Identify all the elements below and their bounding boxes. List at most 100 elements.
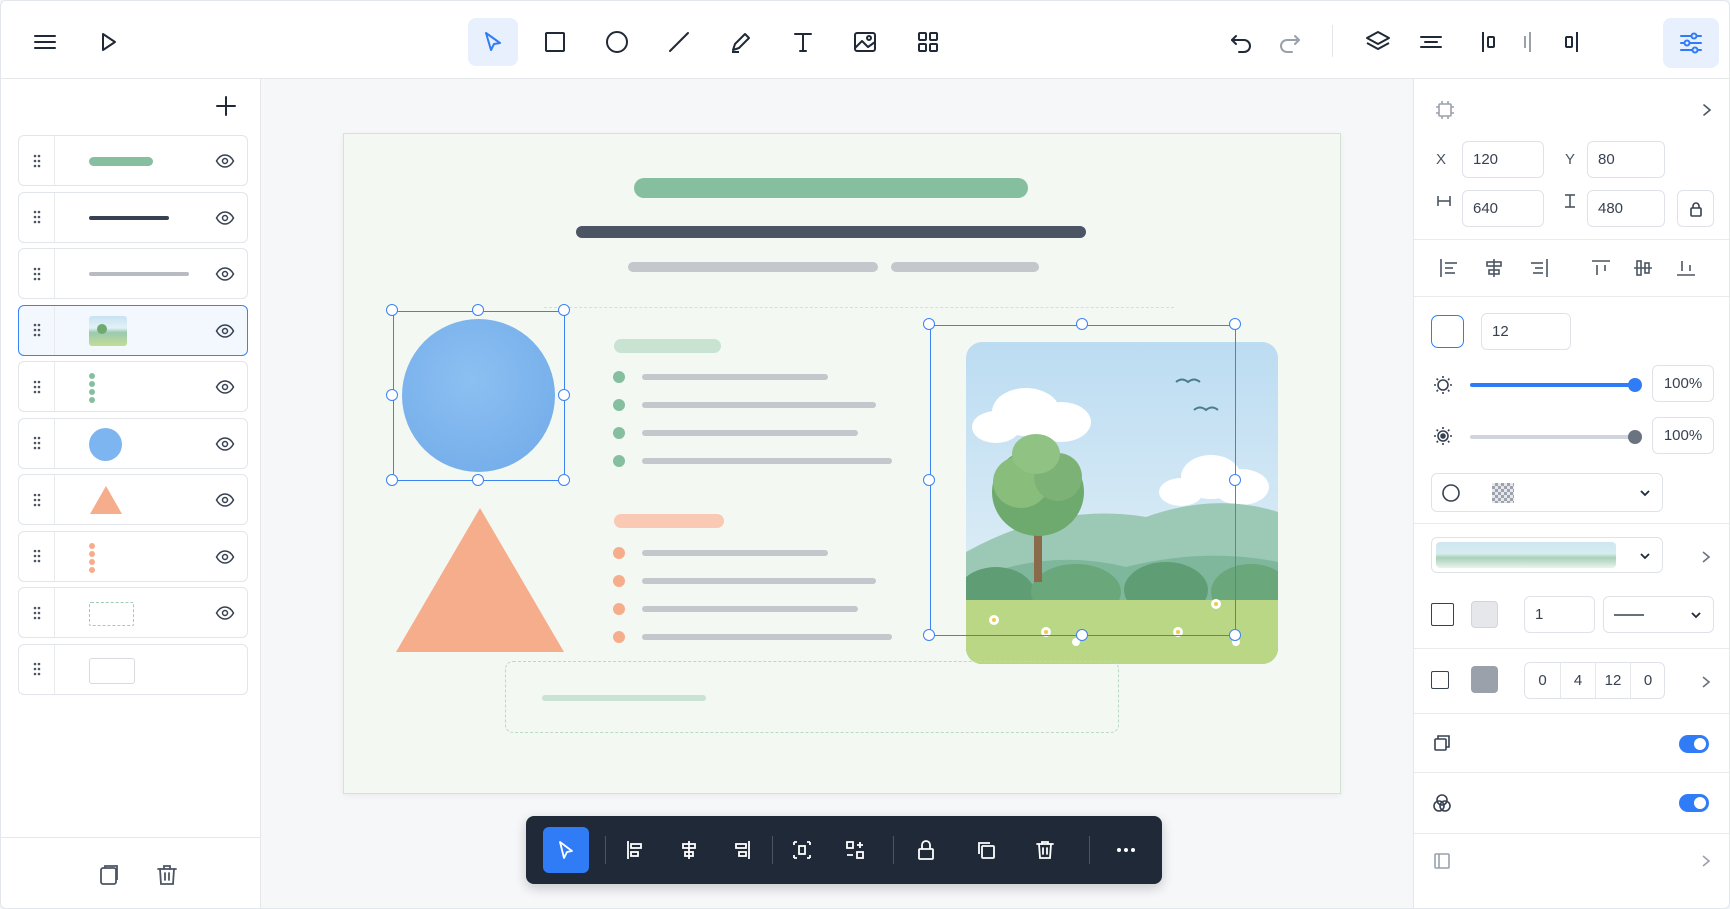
- fb-align-left-icon[interactable]: [612, 827, 658, 873]
- orange-list-heading[interactable]: [614, 514, 724, 528]
- eye-icon[interactable]: [215, 208, 235, 228]
- green-bullet-list[interactable]: [612, 366, 912, 486]
- drag-handle-icon[interactable]: [19, 644, 55, 694]
- properties-panel-icon[interactable]: [1663, 18, 1719, 68]
- x-field[interactable]: 120: [1462, 141, 1544, 178]
- align-top-icon[interactable]: [1588, 255, 1614, 281]
- corner-radius-icon[interactable]: [1431, 315, 1464, 348]
- align-left-icon[interactable]: [1436, 255, 1462, 281]
- layer-row-title-bar-green[interactable]: [18, 135, 248, 186]
- height-field[interactable]: 480: [1587, 190, 1665, 227]
- circle-resize-handle[interactable]: [558, 304, 570, 316]
- duplicate-layer-icon[interactable]: [95, 861, 123, 889]
- image-resize-handle[interactable]: [1076, 629, 1088, 641]
- layer-row-green-bullet-list[interactable]: [18, 361, 248, 412]
- image-resize-handle[interactable]: [923, 629, 935, 641]
- shadow-y-value[interactable]: 4: [1560, 663, 1595, 698]
- image-resize-handle[interactable]: [1229, 318, 1241, 330]
- corner-radius-field[interactable]: 12: [1481, 313, 1571, 350]
- heading-bar[interactable]: [576, 226, 1086, 238]
- eye-icon[interactable]: [215, 321, 235, 341]
- chevron-right-icon[interactable]: [1694, 849, 1718, 873]
- fb-more-icon[interactable]: [1103, 827, 1149, 873]
- drag-handle-icon[interactable]: [19, 475, 55, 524]
- align-right-edge-icon[interactable]: [1544, 18, 1594, 66]
- fb-delete-icon[interactable]: [1022, 827, 1068, 873]
- distribute-icon[interactable]: [1406, 18, 1456, 66]
- layer-row-heading-bar-dark[interactable]: [18, 191, 248, 243]
- play-icon[interactable]: [83, 18, 133, 66]
- circle-resize-handle[interactable]: [386, 389, 398, 401]
- circle-resize-handle[interactable]: [386, 304, 398, 316]
- drag-handle-icon[interactable]: [19, 531, 55, 581]
- image-resize-handle[interactable]: [923, 473, 935, 486]
- layer-row-orange-bullet-list[interactable]: [18, 530, 248, 582]
- circle-resize-handle[interactable]: [472, 304, 484, 316]
- shadow-toggle-checkbox[interactable]: [1431, 671, 1449, 689]
- eye-icon[interactable]: [215, 547, 235, 567]
- fb-distribute-icon[interactable]: [779, 827, 825, 873]
- circle-resize-handle[interactable]: [558, 474, 570, 486]
- orange-triangle-shape[interactable]: [394, 504, 566, 654]
- components-tool-icon[interactable]: [903, 18, 953, 66]
- image-fill-options-icon[interactable]: [1694, 545, 1718, 569]
- fill-dropdown[interactable]: [1431, 473, 1663, 512]
- shadow-x-value[interactable]: 0: [1525, 663, 1560, 698]
- title-bar[interactable]: [634, 178, 1028, 198]
- stroke-width-field[interactable]: 1: [1524, 596, 1595, 633]
- opacity-slider[interactable]: [1470, 383, 1635, 387]
- menu-icon[interactable]: [20, 18, 70, 66]
- blur-slider-knob[interactable]: [1628, 430, 1642, 444]
- subtitle-bar-1[interactable]: [628, 262, 878, 272]
- circle-resize-handle[interactable]: [386, 474, 398, 486]
- eye-icon[interactable]: [215, 264, 235, 284]
- line-tool-icon[interactable]: [654, 18, 704, 66]
- blur-slider[interactable]: [1470, 435, 1635, 439]
- opacity-slider-knob[interactable]: [1628, 378, 1642, 392]
- width-field[interactable]: 640: [1462, 190, 1544, 227]
- image-resize-handle[interactable]: [1229, 473, 1241, 486]
- drag-handle-icon[interactable]: [19, 305, 55, 355]
- eye-icon[interactable]: [215, 490, 235, 510]
- eye-icon[interactable]: [215, 151, 235, 171]
- layers-icon[interactable]: [1353, 18, 1403, 66]
- stroke-color-swatch[interactable]: [1471, 601, 1498, 628]
- fb-lock-icon[interactable]: [903, 827, 949, 873]
- rectangle-tool-icon[interactable]: [530, 18, 580, 66]
- pen-tool-icon[interactable]: [716, 18, 766, 66]
- eye-icon[interactable]: [215, 377, 235, 397]
- fb-align-right-icon[interactable]: [719, 827, 765, 873]
- layer-row-landscape-image[interactable]: [18, 304, 248, 356]
- ellipse-tool-icon[interactable]: [592, 18, 642, 66]
- orange-bullet-list[interactable]: [612, 542, 912, 662]
- layer-row-orange-triangle[interactable]: [18, 474, 248, 525]
- layer-row-dashed-container[interactable]: [18, 587, 248, 638]
- drag-handle-icon[interactable]: [19, 418, 55, 468]
- circle-resize-handle[interactable]: [472, 474, 484, 486]
- stroke-toggle-checkbox[interactable]: [1431, 603, 1454, 626]
- align-bottom-icon[interactable]: [1673, 255, 1699, 281]
- eye-icon[interactable]: [215, 434, 235, 454]
- shadow-spread-value[interactable]: 0: [1630, 663, 1665, 698]
- image-resize-handle[interactable]: [1076, 318, 1088, 330]
- image-fill-dropdown[interactable]: [1431, 537, 1663, 573]
- align-horizontal-center-icon[interactable]: [1481, 255, 1507, 281]
- shadow-color-swatch[interactable]: [1471, 666, 1498, 693]
- align-vertical-center-icon[interactable]: [1630, 255, 1656, 281]
- drag-handle-icon[interactable]: [19, 192, 55, 242]
- clip-content-toggle[interactable]: [1679, 735, 1709, 753]
- chevron-right-icon[interactable]: [1694, 670, 1718, 694]
- redo-icon[interactable]: [1265, 18, 1315, 66]
- y-field[interactable]: 80: [1587, 141, 1665, 178]
- fb-duplicate-icon[interactable]: [963, 827, 1009, 873]
- undo-icon[interactable]: [1216, 18, 1266, 66]
- image-resize-handle[interactable]: [923, 318, 935, 330]
- select-tool-icon[interactable]: [468, 18, 518, 66]
- shadow-values-field[interactable]: 0 4 12 0: [1524, 662, 1665, 699]
- text-tool-icon[interactable]: [778, 18, 828, 66]
- fb-align-center-icon[interactable]: [666, 827, 712, 873]
- dashed-container[interactable]: [505, 661, 1119, 733]
- align-right-icon[interactable]: [1526, 255, 1552, 281]
- green-list-heading[interactable]: [614, 339, 721, 353]
- drag-handle-icon[interactable]: [19, 588, 55, 637]
